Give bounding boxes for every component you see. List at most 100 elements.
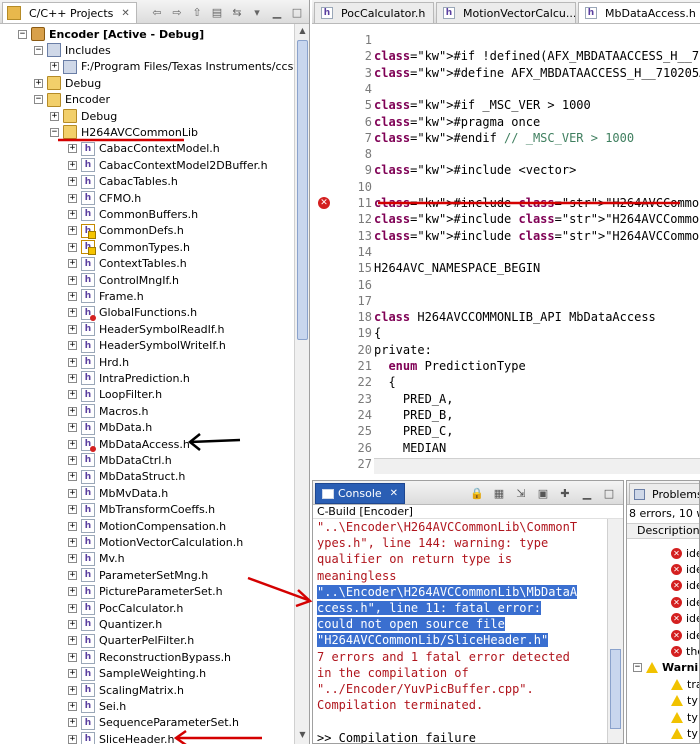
expand-icon[interactable]: + (68, 505, 77, 515)
code-line[interactable]: H264AVC_NAMESPACE_BEGIN (374, 260, 540, 276)
problem-row[interactable]: ty (671, 725, 698, 741)
collapse-all-icon[interactable]: ▤ (209, 4, 225, 20)
code-line[interactable]: class="kw">#define AFX_MBDATAACCESS_H__7… (374, 65, 700, 81)
problem-row[interactable]: tra (671, 676, 699, 692)
tree-item[interactable]: + h SequenceParameterSet.h (68, 715, 239, 731)
tree-item[interactable]: + h CommonBuffers.h (68, 206, 198, 222)
scroll-down-icon[interactable]: ▼ (297, 730, 308, 742)
expand-icon[interactable]: + (68, 308, 77, 318)
tree-item[interactable]: + h MbDataStruct.h (68, 469, 185, 485)
pin-console-icon[interactable]: ⇲ (513, 485, 529, 501)
tree-item[interactable]: + h MotionCompensation.h (68, 518, 226, 534)
code-line[interactable]: PRED_B, (374, 407, 454, 423)
tree-item[interactable]: − Includes (34, 42, 111, 58)
close-icon[interactable]: ✕ (390, 488, 398, 499)
display-console-icon[interactable]: ▣ (535, 485, 551, 501)
tree-item[interactable]: + h PocCalculator.h (68, 600, 183, 616)
code-line[interactable]: PRED_A, (374, 391, 454, 407)
collapse-icon[interactable]: − (34, 45, 43, 55)
problem-row[interactable]: ✕ ide (671, 627, 699, 643)
tree-item[interactable]: + h ReconstructionBypass.h (68, 649, 231, 665)
tree-item[interactable]: + h PictureParameterSet.h (68, 584, 223, 600)
expand-icon[interactable]: + (68, 177, 77, 187)
expand-icon[interactable]: + (68, 669, 77, 679)
expand-icon[interactable]: + (68, 373, 77, 383)
expand-icon[interactable]: + (68, 554, 77, 564)
editor-tab[interactable]: h MotionVectorCalcu... (436, 2, 576, 23)
tree-item[interactable]: + Debug (34, 75, 101, 91)
code-line[interactable]: class="kw">#pragma once (374, 114, 540, 130)
expand-icon[interactable]: + (68, 275, 77, 285)
code-line[interactable]: { (374, 374, 395, 390)
tree-item[interactable]: + h SampleWeighting.h (68, 666, 206, 682)
code-line[interactable]: class="kw">#include class="str">"H264AVC… (374, 195, 700, 211)
tab-console[interactable]: Console ✕ (315, 483, 406, 504)
lock-icon[interactable]: 🔒 (469, 485, 485, 501)
expand-icon[interactable]: + (68, 652, 77, 662)
tree-item[interactable]: − Encoder (34, 92, 110, 108)
problem-row[interactable]: ty (671, 709, 698, 725)
code-line[interactable]: class="kw">#if !defined(AFX_MBDATAACCESS… (374, 48, 700, 64)
expand-icon[interactable]: + (68, 701, 77, 711)
expand-icon[interactable]: + (68, 406, 77, 416)
code-line[interactable]: class="kw">#include <vector> (374, 162, 576, 178)
collapse-icon[interactable]: − (18, 29, 27, 39)
tree-item[interactable]: + h CommonDefs.h (68, 223, 184, 239)
expand-icon[interactable]: + (68, 587, 77, 597)
expand-icon[interactable]: + (34, 78, 43, 88)
tree-item[interactable]: + h HeaderSymbolReadIf.h (68, 321, 224, 337)
scrollbar-thumb[interactable] (297, 40, 308, 340)
tree-item[interactable]: + h CommonTypes.h (68, 239, 190, 256)
code-line[interactable]: class="kw">#include class="str">"H264AVC… (374, 228, 700, 244)
code-area[interactable]: class="kw">#if !defined(AFX_MBDATAACCESS… (374, 24, 700, 471)
console-output[interactable]: "..\Encoder\H264AVCCommonLib\CommonT ypes… (317, 519, 603, 743)
minimize-icon[interactable]: ▁ (579, 485, 595, 501)
expand-icon[interactable]: + (50, 62, 59, 72)
code-line[interactable]: private: (374, 342, 432, 358)
tree-item[interactable]: + h Mv.h (68, 551, 125, 567)
tree-item[interactable]: + h SliceHeader.h (68, 731, 174, 744)
expand-icon[interactable]: + (68, 259, 77, 269)
forward-icon[interactable]: ⇨ (169, 4, 185, 20)
tree-item[interactable]: + h MotionVectorCalculation.h (68, 534, 243, 550)
tree-item[interactable]: + F:/Program Files/Texas Instruments/ccsv… (50, 59, 309, 75)
tree-item[interactable]: + h CabacTables.h (68, 174, 178, 190)
expand-icon[interactable]: + (68, 160, 77, 170)
tree-item[interactable]: + h ContextTables.h (68, 256, 187, 272)
code-line[interactable]: class="kw">#if _MSC_VER > 1000 (374, 97, 591, 113)
expand-icon[interactable]: + (68, 341, 77, 351)
tree-item[interactable]: + h ScalingMatrix.h (68, 682, 184, 698)
tab-problems[interactable]: Problems (629, 483, 699, 504)
tree-item[interactable]: + Debug (50, 108, 117, 124)
problem-row[interactable]: ✕ ide (671, 561, 699, 577)
tree-item[interactable]: + h MbTransformCoeffs.h (68, 502, 215, 518)
expand-icon[interactable]: + (68, 144, 77, 154)
expand-icon[interactable]: + (68, 423, 77, 433)
tree-item[interactable]: + h CabacContextModel2DBuffer.h (68, 157, 268, 173)
editor-tab[interactable]: h PocCalculator.h (314, 2, 434, 23)
tab-cpp-projects[interactable]: C/C++ Projects ✕ (2, 2, 137, 23)
problem-row[interactable]: ✕ ide (671, 611, 699, 627)
open-console-icon[interactable]: ✚ (557, 485, 573, 501)
tree-item[interactable]: + h Sei.h (68, 698, 126, 714)
tree-item[interactable]: + h HeaderSymbolWriteIf.h (68, 338, 226, 354)
expand-icon[interactable]: + (68, 209, 77, 219)
collapse-icon[interactable]: − (34, 95, 43, 105)
problem-row[interactable]: − Warni (633, 660, 698, 676)
code-line[interactable]: class="kw">#endif // _MSC_VER > 1000 (374, 130, 634, 146)
tree-item[interactable]: + h Quantizer.h (68, 616, 162, 632)
expand-icon[interactable]: + (68, 291, 77, 301)
code-line[interactable]: class="kw">#include class="str">"H264AVC… (374, 211, 700, 227)
scrollbar-thumb[interactable] (610, 649, 621, 729)
expand-icon[interactable]: + (68, 324, 77, 334)
code-line[interactable]: { (374, 325, 381, 341)
tree-item[interactable]: + h Frame.h (68, 288, 144, 304)
maximize-icon[interactable]: □ (601, 485, 617, 501)
expand-icon[interactable]: + (68, 226, 77, 236)
tree-item[interactable]: + h CFMO.h (68, 190, 141, 206)
expand-icon[interactable]: + (68, 439, 77, 449)
collapse-icon[interactable]: − (633, 663, 642, 673)
problem-row[interactable]: ✕ ide (671, 594, 699, 610)
problem-row[interactable]: ✕ the (671, 643, 699, 659)
expand-icon[interactable]: + (68, 242, 77, 252)
